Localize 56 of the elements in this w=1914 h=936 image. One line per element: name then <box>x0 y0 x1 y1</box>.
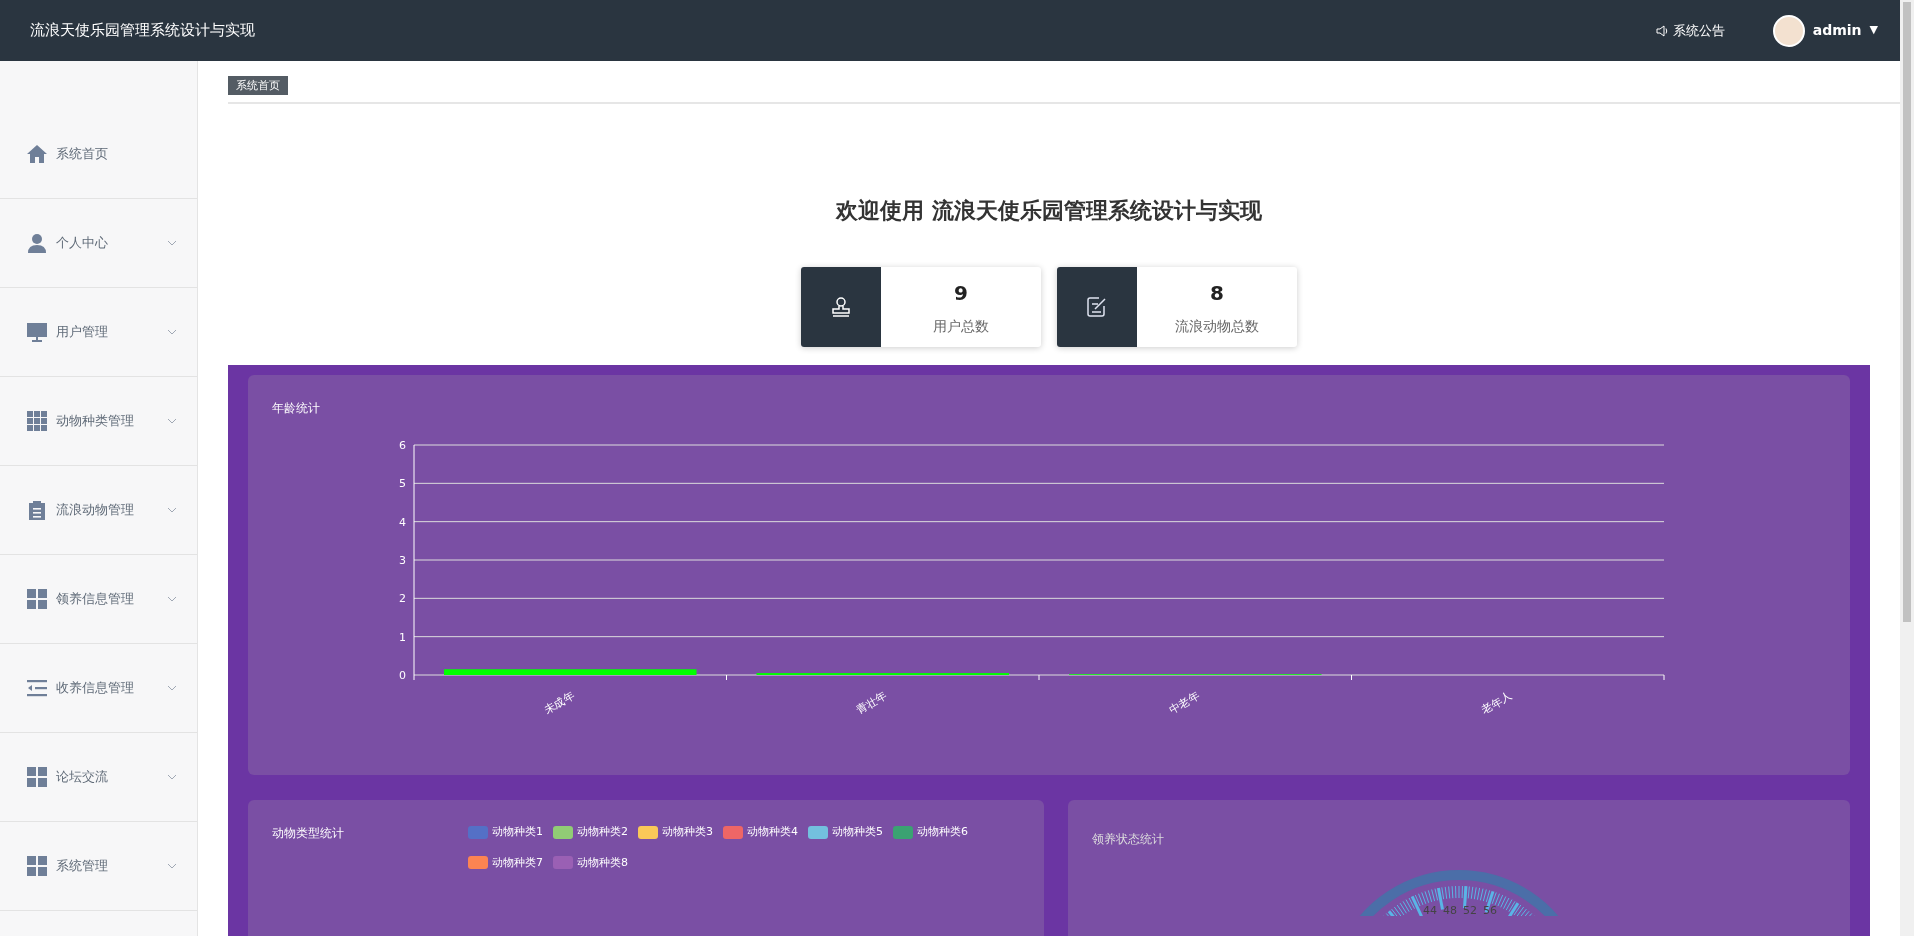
stamp-icon <box>830 296 852 318</box>
person-icon <box>26 232 48 254</box>
axis-tick-label: 1 <box>399 630 406 644</box>
sidebar-item[interactable]: 领养信息管理 <box>0 555 197 644</box>
grid-icon <box>26 766 48 788</box>
category-label: 老年人 <box>1479 689 1515 717</box>
legend-label[interactable]: 动物种类6 <box>917 824 968 841</box>
welcome-heading: 欢迎使用 流浪天使乐园管理系统设计与实现 <box>836 197 1262 225</box>
sidebar-item[interactable]: 个人中心 <box>0 199 197 288</box>
sidebar-item[interactable]: 系统管理 <box>0 822 197 911</box>
category-label: 中老年 <box>1166 689 1202 717</box>
grid-icon <box>26 410 48 432</box>
legend-label[interactable]: 动物种类8 <box>577 854 628 871</box>
edit-note-icon <box>1086 296 1108 318</box>
breadcrumb-tag[interactable]: 系统首页 <box>228 76 288 95</box>
legend-label[interactable]: 动物种类4 <box>747 824 798 841</box>
indent-icon <box>26 677 48 699</box>
sidebar-item[interactable]: 论坛交流 <box>0 733 197 822</box>
sidebar-item[interactable]: 流浪动物管理 <box>0 466 197 555</box>
sidebar-item[interactable]: 动物种类管理 <box>0 377 197 466</box>
category-label: 青壮年 <box>854 689 890 717</box>
legend-label[interactable]: 动物种类3 <box>662 824 713 841</box>
chart-title: 年龄统计 <box>272 400 321 417</box>
monitor-icon <box>26 321 48 343</box>
sidebar-item[interactable]: 用户管理 <box>0 288 197 377</box>
stat-value: 9 <box>954 279 968 307</box>
legend-label[interactable]: 动物种类7 <box>492 854 543 871</box>
chart-title: 动物类型统计 <box>272 825 345 842</box>
axis-tick-label: 2 <box>399 592 406 606</box>
axis-tick-label: 6 <box>399 439 406 452</box>
chart-title: 领养状态统计 <box>1092 831 1165 848</box>
username[interactable]: admin <box>1812 20 1862 41</box>
gauge-drawing: 44 48 52 56 <box>1319 856 1599 916</box>
scrollbar[interactable] <box>1900 0 1914 936</box>
legend-label[interactable]: 动物种类5 <box>832 824 883 841</box>
stat-label: 流浪动物总数 <box>1175 316 1259 336</box>
sidebar-item[interactable]: 收养信息管理 <box>0 644 197 733</box>
clipboard-icon <box>26 499 48 521</box>
avatar[interactable] <box>1772 14 1805 47</box>
sidebar-item[interactable]: 系统首页 <box>0 110 197 199</box>
axis-tick-label: 0 <box>399 669 406 682</box>
caret-icon[interactable]: ▼ <box>1869 22 1878 39</box>
category-label: 未成年 <box>541 689 577 717</box>
app-title: 流浪天使乐园管理系统设计与实现 <box>30 20 255 42</box>
axis-tick-label: 4 <box>399 515 406 529</box>
legend-label[interactable]: 动物种类2 <box>577 824 628 841</box>
announcement-link[interactable]: 系统公告 <box>1655 20 1725 41</box>
stat-label: 用户总数 <box>933 316 989 336</box>
home-icon <box>26 143 48 165</box>
grid-icon <box>26 855 48 877</box>
axis-tick-label: 5 <box>399 477 406 491</box>
legend-label[interactable]: 动物种类1 <box>492 824 543 841</box>
grid-icon <box>26 588 48 610</box>
stat-value: 8 <box>1210 279 1224 307</box>
speaker-icon <box>1655 24 1669 37</box>
axis-tick-label: 3 <box>399 554 406 567</box>
